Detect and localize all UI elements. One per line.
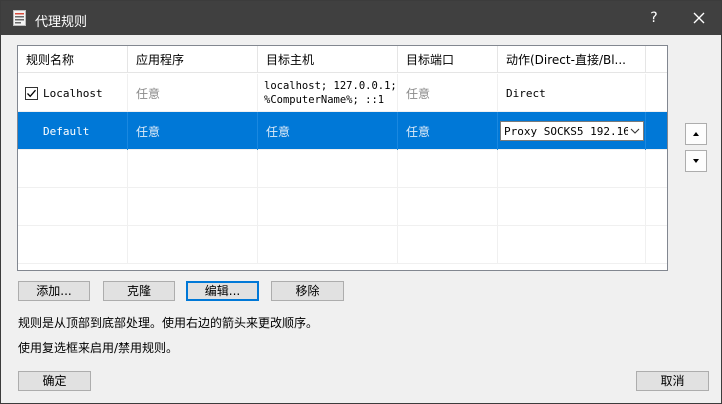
window-title: 代理规则	[35, 15, 88, 30]
empty-row	[18, 150, 667, 188]
row-filler	[646, 74, 667, 112]
rule-port: 任意	[398, 74, 498, 112]
empty-row	[18, 226, 667, 264]
rule-host: localhost; 127.0.0.1; %ComputerName%; ::…	[258, 74, 398, 112]
rule-host-line1: localhost; 127.0.0.1;	[264, 80, 397, 92]
title-bar: 代理规则 ?	[1, 1, 721, 35]
row-filler	[646, 112, 667, 150]
table-header: 规则名称 应用程序 目标主机 目标端口 动作(Direct-直接/Bl...	[18, 46, 667, 73]
close-button[interactable]	[677, 1, 721, 35]
document-icon	[13, 10, 26, 26]
edit-button[interactable]: 编辑...	[186, 281, 259, 301]
rule-host-line2: %ComputerName%; ::1	[264, 94, 385, 106]
rule-app: 任意	[128, 112, 258, 150]
clone-button[interactable]: 克隆	[103, 281, 175, 301]
action-dropdown[interactable]: Proxy SOCKS5 192.168.	[500, 121, 644, 141]
table-row[interactable]: Default 任意 任意 任意 Proxy SOCKS5 192.168.	[18, 112, 667, 150]
remove-button[interactable]: 移除	[271, 281, 344, 301]
rule-app: 任意	[128, 74, 258, 112]
rules-table[interactable]: 规则名称 应用程序 目标主机 目标端口 动作(Direct-直接/Bl... L…	[17, 45, 668, 271]
rule-name: Localhost	[43, 86, 103, 100]
empty-row	[18, 188, 667, 226]
column-header-filler	[646, 46, 667, 73]
rule-name: Default	[43, 124, 90, 138]
rule-name-cell: Default	[18, 112, 128, 150]
check-icon	[27, 89, 36, 97]
column-header-action[interactable]: 动作(Direct-直接/Bl...	[498, 46, 646, 73]
chevron-down-icon	[630, 128, 640, 134]
ok-button[interactable]: 确定	[18, 371, 91, 391]
rule-name-cell: Localhost	[18, 74, 128, 112]
column-header-name[interactable]: 规则名称	[18, 46, 128, 73]
arrow-down-icon	[693, 159, 699, 163]
proxy-rules-dialog: 代理规则 ? 规则名称 应用程序 目标主机 目标端口 动作(Direct-直接/…	[0, 0, 722, 404]
info-text-checkbox: 使用复选框来启用/禁用规则。	[18, 341, 179, 355]
move-down-button[interactable]	[685, 150, 707, 172]
info-text-order: 规则是从顶部到底部处理。使用右边的箭头来更改顺序。	[18, 316, 319, 330]
help-button[interactable]: ?	[633, 1, 675, 35]
close-icon	[693, 12, 705, 24]
cancel-button[interactable]: 取消	[636, 371, 709, 391]
add-button[interactable]: 添加...	[18, 281, 90, 301]
move-up-button[interactable]	[685, 123, 707, 145]
table-row[interactable]: Localhost 任意 localhost; 127.0.0.1; %Comp…	[18, 74, 667, 112]
action-dropdown-value: Proxy SOCKS5 192.168.	[504, 124, 628, 138]
column-header-target-port[interactable]: 目标端口	[398, 46, 498, 73]
rule-port: 任意	[398, 112, 498, 150]
column-header-application[interactable]: 应用程序	[128, 46, 258, 73]
arrow-up-icon	[693, 132, 699, 136]
rule-host: 任意	[258, 112, 398, 150]
rule-enabled-checkbox[interactable]	[25, 86, 38, 100]
column-header-target-host[interactable]: 目标主机	[258, 46, 398, 73]
rule-action: Direct	[498, 74, 646, 112]
rule-action-cell: Proxy SOCKS5 192.168.	[498, 112, 646, 150]
